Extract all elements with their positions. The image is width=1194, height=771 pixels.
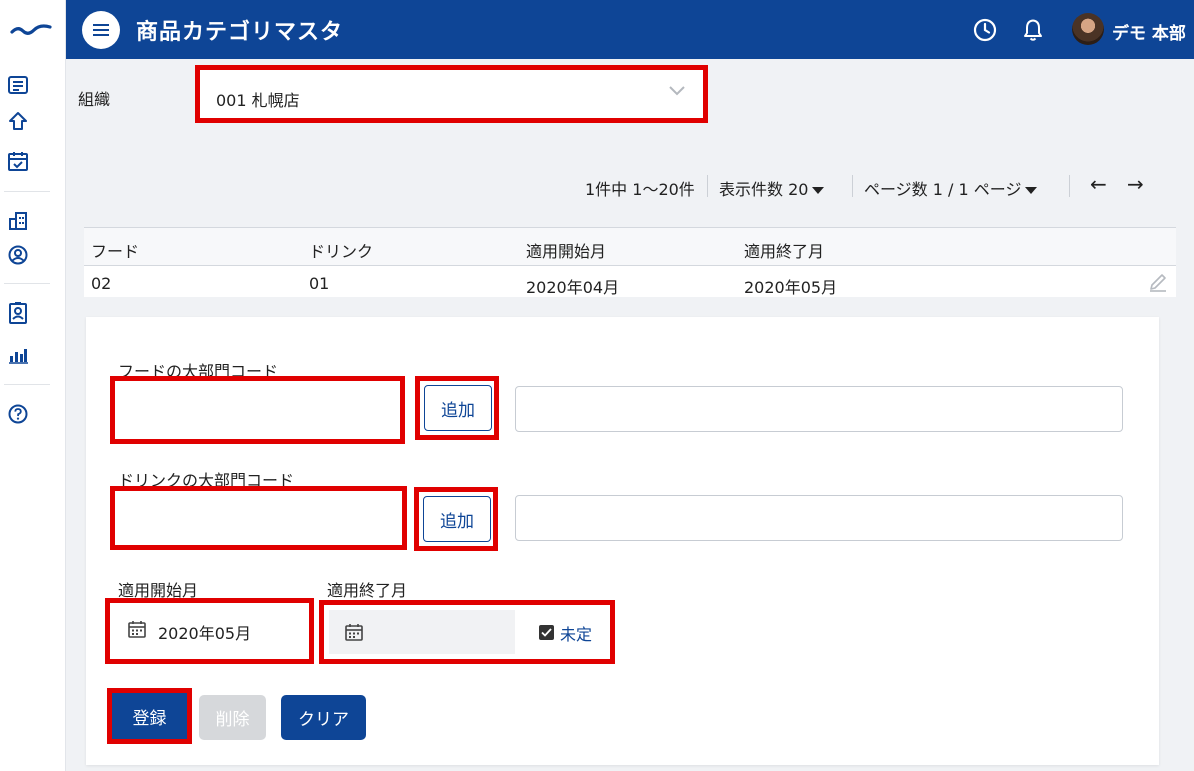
- hamburger-icon: [93, 24, 109, 36]
- cell-drink: 01: [309, 274, 330, 293]
- drink-add-wrapper: 追加: [414, 487, 498, 551]
- prev-page-button[interactable]: ←: [1090, 172, 1107, 196]
- checkmark-icon: [541, 628, 552, 637]
- user-circle-icon[interactable]: [6, 243, 30, 267]
- logo-icon: [10, 24, 52, 35]
- pagination-divider: [707, 175, 708, 197]
- start-month-input[interactable]: 2020年05月: [105, 598, 314, 664]
- clear-button[interactable]: クリア: [281, 695, 366, 740]
- food-name-display[interactable]: [515, 386, 1123, 432]
- drink-code-input[interactable]: [110, 486, 407, 550]
- undetermined-label[interactable]: 未定: [560, 621, 592, 645]
- organization-select[interactable]: 001 札幌店: [195, 65, 708, 123]
- end-month-input[interactable]: [329, 610, 515, 654]
- food-add-wrapper: 追加: [415, 376, 499, 440]
- end-month-group: 未定: [319, 600, 615, 664]
- category-table: フード ドリンク 適用開始月 適用終了月 02 01 2020年04月 2020…: [84, 227, 1176, 297]
- id-badge-icon[interactable]: [6, 301, 30, 325]
- per-page-select[interactable]: 表示件数 20: [719, 176, 825, 200]
- end-month-label: 適用終了月: [327, 581, 408, 600]
- pagination-divider: [852, 175, 853, 197]
- user-name[interactable]: デモ 本部: [1112, 19, 1186, 44]
- cell-food: 02: [91, 274, 112, 293]
- column-header-food[interactable]: フード: [91, 238, 139, 262]
- drink-name-display[interactable]: [515, 495, 1123, 541]
- column-header-start-month[interactable]: 適用開始月: [526, 238, 606, 262]
- page-label: ページ数 1 / 1 ページ: [864, 180, 1022, 199]
- pagination-range: 1件中 1〜20件: [585, 180, 695, 199]
- register-button-wrapper: 登録: [107, 688, 192, 744]
- column-header-drink[interactable]: ドリンク: [309, 238, 373, 262]
- sidebar-divider: [4, 283, 50, 284]
- caret-down-icon: [1025, 187, 1038, 194]
- sidebar-divider: [4, 384, 50, 385]
- help-icon[interactable]: [6, 402, 30, 426]
- start-month-value: 2020年05月: [158, 624, 252, 643]
- calendar-icon: [128, 621, 146, 638]
- menu-button[interactable]: [82, 11, 120, 49]
- calendar-icon: [345, 624, 363, 641]
- history-clock-icon[interactable]: [972, 17, 998, 43]
- notification-bell-icon[interactable]: [1020, 17, 1046, 43]
- drink-add-button[interactable]: 追加: [423, 496, 491, 542]
- upload-home-icon[interactable]: [6, 109, 30, 133]
- food-code-input[interactable]: [110, 376, 405, 444]
- food-add-button[interactable]: 追加: [424, 385, 492, 431]
- sidebar: [0, 0, 66, 771]
- bar-chart-icon[interactable]: [6, 343, 30, 367]
- cell-end-month: 2020年05月: [744, 278, 838, 297]
- table-header: フード ドリンク 適用開始月 適用終了月: [84, 228, 1176, 266]
- delete-button[interactable]: 削除: [199, 695, 266, 740]
- cell-start-month: 2020年04月: [526, 278, 620, 297]
- list-icon[interactable]: [6, 73, 30, 97]
- next-page-button[interactable]: →: [1127, 172, 1144, 196]
- app-header: 商品カテゴリマスタ デモ 本部: [66, 0, 1194, 59]
- per-page-label: 表示件数 20: [719, 180, 809, 199]
- sidebar-divider: [4, 191, 50, 192]
- edit-pencil-icon[interactable]: [1148, 272, 1168, 292]
- column-header-end-month[interactable]: 適用終了月: [744, 238, 824, 262]
- register-button[interactable]: 登録: [113, 694, 186, 738]
- organization-select-value: 001 札幌店: [216, 91, 300, 110]
- pagination-divider: [1069, 175, 1070, 197]
- undetermined-checkbox[interactable]: [539, 625, 554, 640]
- page-title: 商品カテゴリマスタ: [136, 20, 344, 45]
- caret-down-icon: [812, 187, 825, 194]
- calendar-check-icon[interactable]: [6, 149, 30, 173]
- organization-label: 組織: [78, 90, 111, 109]
- avatar[interactable]: [1072, 13, 1104, 45]
- page-select[interactable]: ページ数 1 / 1 ページ: [864, 176, 1038, 200]
- building-icon[interactable]: [6, 209, 30, 233]
- chevron-down-icon: [669, 86, 685, 96]
